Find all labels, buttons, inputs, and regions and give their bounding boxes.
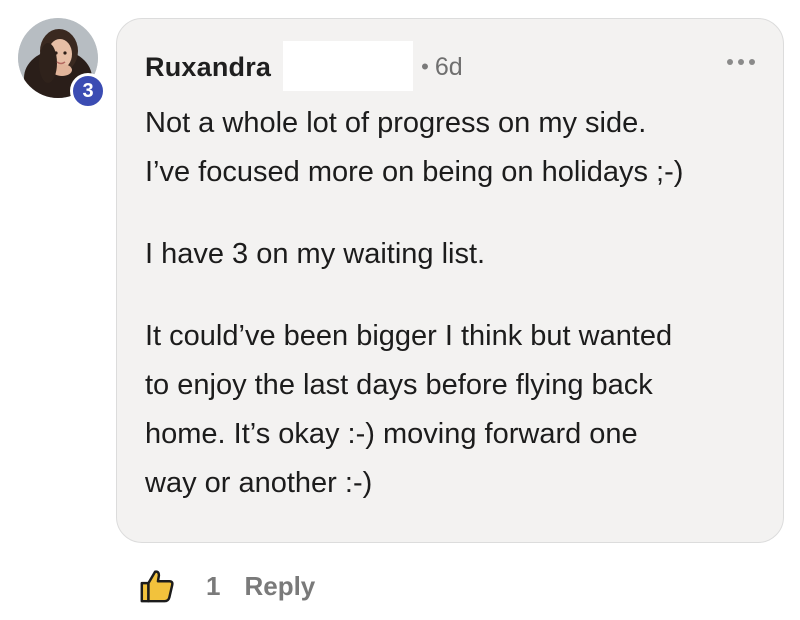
comment-actions: 1 Reply bbox=[138, 566, 315, 606]
like-button[interactable] bbox=[138, 567, 176, 605]
author-name[interactable]: Ruxandra bbox=[145, 52, 271, 83]
comment-paragraph: I have 3 on my waiting list. bbox=[145, 238, 486, 270]
comment-bubble: Ruxandra • 6d Not a whole lot of progres… bbox=[116, 18, 784, 543]
redacted-surname bbox=[283, 41, 414, 91]
comment-timestamp: 6d bbox=[434, 52, 463, 81]
meta-separator: • bbox=[421, 54, 429, 79]
like-count: 1 bbox=[206, 570, 221, 601]
more-horizontal-icon bbox=[738, 59, 744, 65]
more-horizontal-icon bbox=[727, 59, 733, 65]
more-options-button[interactable] bbox=[727, 59, 755, 65]
level-badge: 3 bbox=[70, 73, 106, 109]
comment-body: Not a whole lot of progress on my side. … bbox=[145, 99, 765, 508]
avatar-container[interactable]: 3 bbox=[18, 18, 106, 109]
thumbs-up-icon bbox=[140, 570, 174, 603]
comment-paragraph: It could’ve been bigger I think but want… bbox=[145, 320, 673, 499]
more-horizontal-icon bbox=[749, 59, 755, 65]
reply-button[interactable]: Reply bbox=[244, 571, 315, 602]
comment-paragraph: Not a whole lot of progress on my side. … bbox=[145, 107, 684, 188]
comment-header: Ruxandra • 6d bbox=[145, 41, 463, 91]
